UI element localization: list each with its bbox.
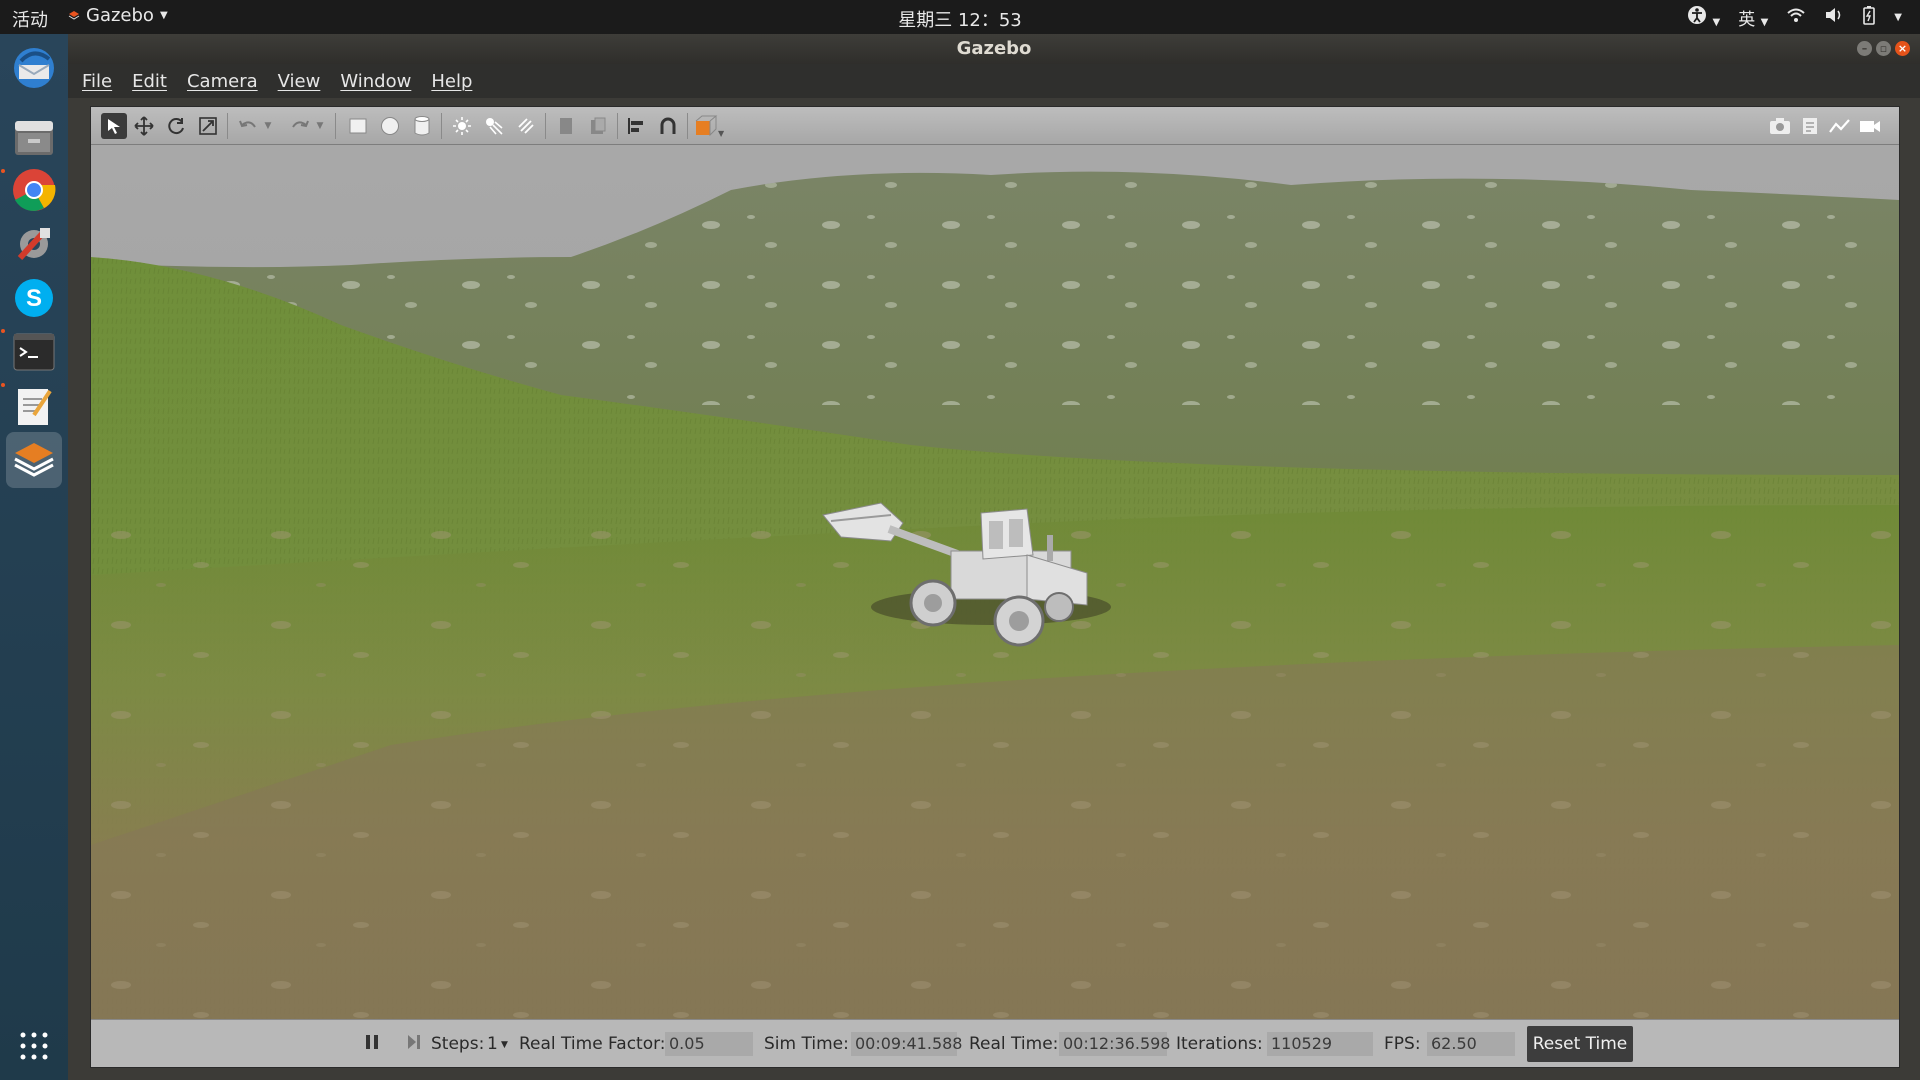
system-menu-chevron-icon[interactable]: ▼ bbox=[1894, 12, 1902, 23]
running-indicator bbox=[1, 329, 5, 333]
gazebo-icon[interactable] bbox=[6, 432, 62, 488]
spot-light-icon[interactable] bbox=[481, 113, 507, 139]
svg-text:S: S bbox=[26, 285, 42, 312]
files-icon[interactable] bbox=[6, 109, 62, 165]
accessibility-icon[interactable]: ▼ bbox=[1687, 5, 1720, 30]
align-icon[interactable] bbox=[623, 113, 649, 139]
main-panel: ▼ ▼ ▼ Steps: 1 ▼ Real Time Factor: 0.05 … bbox=[90, 106, 1900, 1068]
iterations-value: 110529 bbox=[1267, 1032, 1373, 1056]
pause-icon[interactable] bbox=[365, 1034, 379, 1055]
reset-time-button[interactable]: Reset Time bbox=[1527, 1026, 1633, 1062]
real-time-label: Real Time: bbox=[969, 1034, 1059, 1054]
menu-camera[interactable]: Camera bbox=[187, 71, 258, 92]
sphere-shape-icon[interactable] bbox=[377, 113, 403, 139]
status-bar: Steps: 1 ▼ Real Time Factor: 0.05 Sim Ti… bbox=[91, 1019, 1899, 1067]
screenshot-camera-icon[interactable] bbox=[1767, 113, 1793, 139]
scene-viewport[interactable] bbox=[91, 145, 1899, 1019]
video-record-icon[interactable] bbox=[1857, 113, 1883, 139]
steps-chevron-icon[interactable]: ▼ bbox=[501, 1040, 508, 1050]
redo-history-chevron-icon[interactable]: ▼ bbox=[313, 113, 327, 139]
fps-value: 62.50 bbox=[1427, 1032, 1515, 1056]
input-method-indicator[interactable]: 英 ▼ bbox=[1738, 5, 1768, 30]
cylinder-shape-icon[interactable] bbox=[409, 113, 435, 139]
thunderbird-icon[interactable] bbox=[6, 40, 62, 96]
volume-icon[interactable] bbox=[1824, 7, 1844, 28]
copy-icon[interactable] bbox=[553, 113, 579, 139]
menu-bar: File Edit Camera View Window Help bbox=[68, 64, 1920, 98]
close-button[interactable]: × bbox=[1895, 41, 1910, 56]
real-time-factor-label: Real Time Factor: bbox=[519, 1034, 666, 1054]
real-time-value: 00:12:36.598 bbox=[1059, 1032, 1170, 1056]
settings-tool-icon[interactable] bbox=[6, 216, 62, 272]
window-titlebar[interactable]: Gazebo – ▫ × bbox=[68, 34, 1920, 64]
menu-file[interactable]: File bbox=[82, 71, 112, 92]
undo-history-chevron-icon[interactable]: ▼ bbox=[261, 113, 275, 139]
app-menu-label: Gazebo bbox=[86, 5, 154, 26]
steps-value[interactable]: 1 bbox=[487, 1034, 498, 1054]
box-shape-icon[interactable] bbox=[345, 113, 371, 139]
undo-icon[interactable] bbox=[235, 113, 261, 139]
iterations-label: Iterations: bbox=[1176, 1034, 1263, 1054]
maximize-button[interactable]: ▫ bbox=[1876, 41, 1891, 56]
wifi-icon[interactable] bbox=[1786, 7, 1806, 28]
paste-icon[interactable] bbox=[585, 113, 611, 139]
real-time-factor-value: 0.05 bbox=[665, 1032, 753, 1056]
steps-label: Steps: bbox=[431, 1034, 485, 1054]
step-icon[interactable] bbox=[407, 1034, 421, 1055]
translate-mode-icon[interactable] bbox=[131, 113, 157, 139]
sim-time-value: 00:09:41.588 bbox=[851, 1032, 962, 1056]
gazebo-small-icon bbox=[68, 10, 80, 20]
chrome-icon[interactable] bbox=[6, 162, 62, 218]
select-mode-icon[interactable] bbox=[101, 113, 127, 139]
scale-mode-icon[interactable] bbox=[195, 113, 221, 139]
point-light-icon[interactable] bbox=[449, 113, 475, 139]
show-apps-icon[interactable] bbox=[6, 1018, 62, 1074]
window-title: Gazebo bbox=[956, 38, 1032, 59]
svg-text:▼: ▼ bbox=[718, 129, 724, 137]
text-editor-icon[interactable] bbox=[6, 378, 62, 434]
running-indicator bbox=[1, 383, 5, 387]
system-tray[interactable]: ▼ 英 ▼ ▼ bbox=[1687, 5, 1902, 30]
gazebo-window: Gazebo – ▫ × File Edit Camera View Windo… bbox=[68, 34, 1920, 1080]
activities-button[interactable]: 活动 bbox=[12, 6, 48, 32]
dock: S bbox=[0, 34, 68, 1080]
log-data-icon[interactable] bbox=[1797, 113, 1823, 139]
terminal-icon[interactable] bbox=[6, 324, 62, 380]
app-menu[interactable]: Gazebo ▼ bbox=[68, 5, 168, 26]
redo-icon[interactable] bbox=[287, 113, 313, 139]
plot-chart-icon[interactable] bbox=[1827, 113, 1853, 139]
chevron-down-icon: ▼ bbox=[159, 10, 168, 21]
menu-edit[interactable]: Edit bbox=[132, 71, 167, 92]
menu-help[interactable]: Help bbox=[431, 71, 472, 92]
battery-icon[interactable] bbox=[1862, 5, 1876, 30]
top-bar: 活动 Gazebo ▼ 星期三 12：53 ▼ 英 ▼ ▼ bbox=[0, 0, 1920, 34]
toolbar: ▼ ▼ ▼ bbox=[91, 107, 1899, 145]
input-method-label: 英 bbox=[1738, 10, 1756, 30]
skype-icon[interactable]: S bbox=[6, 270, 62, 326]
terrain-scene bbox=[91, 145, 1899, 1019]
change-view-icon[interactable]: ▼ bbox=[693, 113, 725, 139]
snap-magnet-icon[interactable] bbox=[655, 113, 681, 139]
fps-label: FPS: bbox=[1384, 1034, 1421, 1054]
clock[interactable]: 星期三 12：53 bbox=[898, 10, 1022, 31]
menu-view[interactable]: View bbox=[278, 71, 321, 92]
minimize-button[interactable]: – bbox=[1857, 41, 1872, 56]
directional-light-icon[interactable] bbox=[513, 113, 539, 139]
menu-window[interactable]: Window bbox=[340, 71, 411, 92]
rotate-mode-icon[interactable] bbox=[163, 113, 189, 139]
running-indicator bbox=[1, 169, 5, 173]
sim-time-label: Sim Time: bbox=[764, 1034, 849, 1054]
